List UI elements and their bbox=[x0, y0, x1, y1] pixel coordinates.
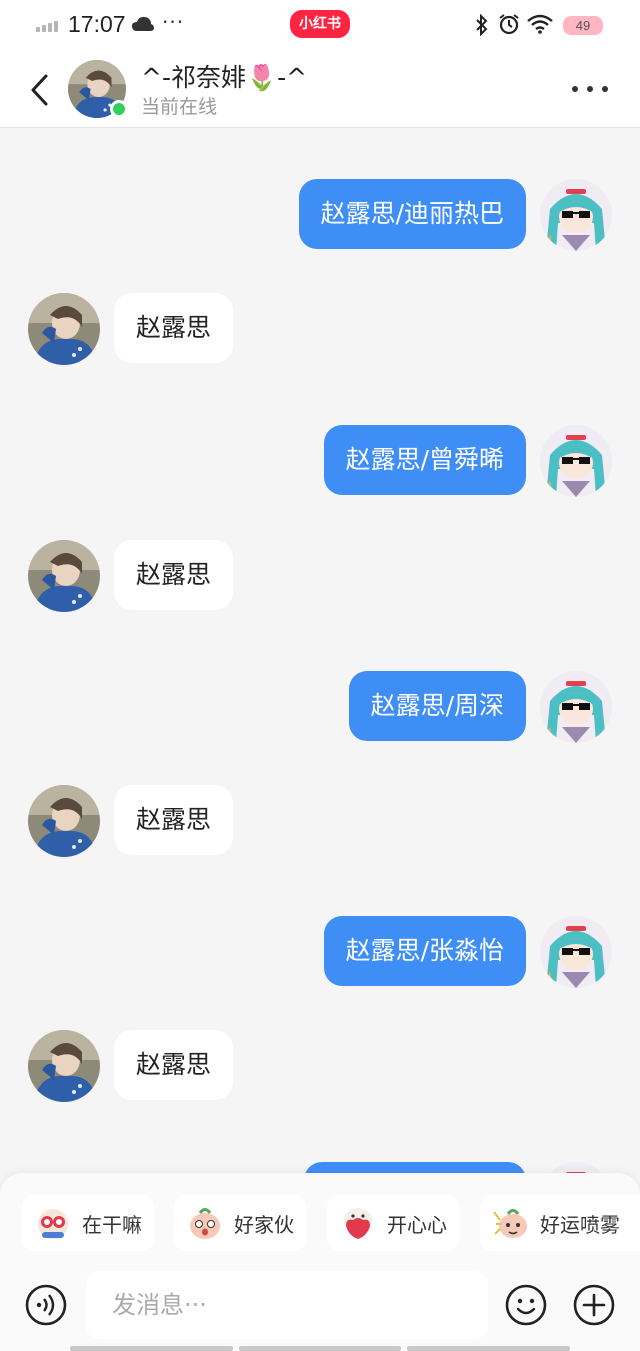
message-bubble-outgoing[interactable]: 赵露思/周深 bbox=[348, 671, 526, 741]
battery-level: 49 bbox=[575, 18, 591, 33]
signal-icon bbox=[36, 21, 58, 32]
smiley-icon bbox=[505, 1284, 547, 1326]
sticker-surprised-peach-icon bbox=[190, 1208, 220, 1239]
more-dot-icon bbox=[587, 86, 593, 92]
message-bubble-incoming[interactable]: 赵露思 bbox=[114, 1030, 234, 1100]
message-input[interactable]: 发消息··· bbox=[86, 1271, 488, 1339]
alarm-icon bbox=[498, 13, 520, 39]
home-indicator bbox=[70, 1346, 571, 1351]
message-bubble-incoming[interactable]: 赵露思 bbox=[114, 785, 234, 855]
my-avatar[interactable] bbox=[540, 425, 612, 497]
app-badge: 小红书 bbox=[290, 10, 350, 38]
my-avatar[interactable] bbox=[540, 671, 612, 743]
quick-reply-label: 在干嘛 bbox=[82, 1212, 142, 1237]
quick-reply-chip[interactable]: 开心心 bbox=[327, 1195, 459, 1251]
online-status: 当前在线 bbox=[141, 96, 218, 118]
message-row-incoming: 赵露思 bbox=[0, 293, 640, 365]
sticker-binoculars-icon bbox=[38, 1209, 68, 1239]
message-row-outgoing bbox=[0, 1162, 640, 1173]
message-row-outgoing: 赵露思/曾舜晞 bbox=[0, 425, 640, 497]
message-row-outgoing: 赵露思/周深 bbox=[0, 671, 640, 743]
contact-avatar[interactable] bbox=[28, 293, 100, 365]
quick-reply-label: 好家伙 bbox=[234, 1212, 294, 1237]
quick-reply-label: 好运喷雾 bbox=[540, 1212, 620, 1237]
message-bubble-outgoing[interactable] bbox=[304, 1162, 526, 1173]
quick-reply-chip[interactable]: 好运喷雾 bbox=[480, 1195, 640, 1251]
voice-button[interactable] bbox=[24, 1283, 68, 1327]
chevron-left-icon bbox=[31, 74, 48, 106]
status-time: 17:07 bbox=[68, 11, 126, 37]
bluetooth-icon bbox=[474, 13, 490, 40]
status-bar: 17:07 ··· 小红书 49 bbox=[0, 0, 640, 52]
message-row-outgoing: 赵露思/张淼怡 bbox=[0, 916, 640, 988]
sticker-spray-peach-icon bbox=[493, 1209, 527, 1238]
emoji-button[interactable] bbox=[504, 1283, 548, 1327]
wifi-icon bbox=[527, 14, 553, 38]
message-row-outgoing: 赵露思/迪丽热巴 bbox=[0, 179, 640, 251]
my-avatar[interactable] bbox=[540, 916, 612, 988]
message-bubble-outgoing[interactable]: 赵露思/曾舜晞 bbox=[323, 425, 526, 495]
message-list[interactable]: 赵露思/迪丽热巴 赵露思 赵露思/曾舜晞 赵露思 赵露思/周深 赵露思 赵露思/… bbox=[0, 129, 640, 1173]
contact-avatar[interactable] bbox=[28, 1030, 100, 1102]
more-dot-icon bbox=[602, 86, 608, 92]
composer-panel: 在干嘛 好家伙 开心心 好运喷雾 发消息··· bbox=[0, 1173, 640, 1351]
online-indicator bbox=[110, 100, 128, 118]
message-row-incoming: 赵露思 bbox=[0, 540, 640, 612]
sticker-heart-bear-icon bbox=[344, 1208, 372, 1239]
chat-header: ^-祁奈婔🌷-^ 当前在线 bbox=[0, 52, 640, 128]
message-row-incoming: 赵露思 bbox=[0, 785, 640, 857]
contact-name[interactable]: ^-祁奈婔🌷-^ bbox=[141, 58, 307, 94]
message-row-incoming: 赵露思 bbox=[0, 1030, 640, 1102]
notification-dots: ··· bbox=[162, 10, 185, 34]
more-options-button[interactable] bbox=[568, 74, 612, 104]
battery-icon: 49 bbox=[563, 16, 603, 35]
back-button[interactable] bbox=[22, 68, 62, 112]
cloud-icon bbox=[131, 14, 155, 38]
message-bubble-incoming[interactable]: 赵露思 bbox=[114, 293, 234, 363]
voice-icon bbox=[25, 1284, 67, 1326]
quick-reply-chip[interactable]: 在干嘛 bbox=[22, 1195, 154, 1251]
add-attachment-button[interactable] bbox=[572, 1283, 616, 1327]
message-bubble-outgoing[interactable]: 赵露思/迪丽热巴 bbox=[298, 179, 526, 249]
contact-avatar[interactable] bbox=[28, 540, 100, 612]
quick-reply-label: 开心心 bbox=[387, 1212, 447, 1237]
contact-avatar[interactable] bbox=[28, 785, 100, 857]
quick-reply-stickers[interactable]: 在干嘛 好家伙 开心心 好运喷雾 bbox=[0, 1195, 640, 1251]
my-avatar[interactable] bbox=[540, 1162, 612, 1173]
more-dot-icon bbox=[572, 86, 578, 92]
my-avatar[interactable] bbox=[540, 179, 612, 251]
quick-reply-chip[interactable]: 好家伙 bbox=[174, 1195, 306, 1251]
message-bubble-incoming[interactable]: 赵露思 bbox=[114, 540, 234, 610]
plus-icon bbox=[573, 1284, 615, 1326]
message-bubble-outgoing[interactable]: 赵露思/张淼怡 bbox=[323, 916, 526, 986]
